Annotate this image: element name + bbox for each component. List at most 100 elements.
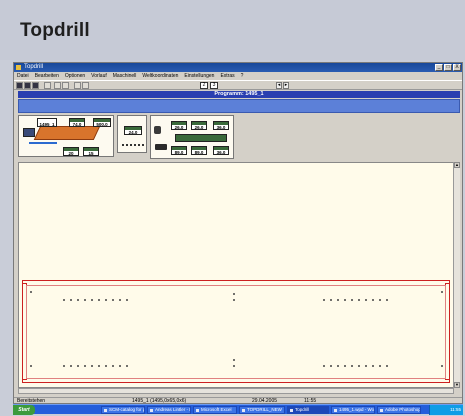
drill-hole — [233, 359, 235, 361]
drill-hole — [337, 365, 339, 367]
drill-hole — [372, 299, 374, 301]
drill-hole — [98, 299, 100, 301]
drill-head-panel: 24.0 — [117, 115, 147, 153]
drill-hole — [98, 365, 100, 367]
offset-x-value: 20 — [68, 151, 74, 156]
drill-hole — [126, 299, 128, 301]
page-total-box: 3 — [210, 82, 218, 89]
menu-bearbeiten[interactable]: Bearbeiten — [35, 72, 59, 80]
thickness-field[interactable]: 74.0 — [69, 118, 85, 127]
taskbar: Start SCM-catalog for p... Andreas Lintl… — [13, 404, 463, 415]
program-title-bar: Programm: 1495_1 — [18, 91, 460, 98]
drill-depth-field[interactable]: 24.0 — [124, 126, 142, 135]
drill-hole — [441, 291, 443, 293]
monitor-icon — [23, 128, 35, 137]
nav-next-button[interactable]: ▸ — [283, 82, 289, 89]
maximize-button[interactable]: □ — [444, 64, 452, 71]
direction-arrow-icon — [29, 142, 57, 144]
fitting-field-2[interactable]: 26.0 — [191, 121, 207, 130]
drill-hole — [30, 291, 32, 293]
drill-hole — [91, 365, 93, 367]
banner: Topdrill — [0, 0, 465, 60]
menu-extras[interactable]: Extras — [220, 72, 234, 80]
drill-hole — [105, 365, 107, 367]
drill-tool-icon[interactable] — [44, 82, 51, 89]
fitting-value-5: 89.0 — [194, 150, 204, 155]
fitting-field-3[interactable]: 36.0 — [213, 121, 229, 130]
drill-hole — [351, 365, 353, 367]
settings-tool-icon[interactable] — [62, 82, 69, 89]
minimize-button[interactable]: _ — [435, 64, 443, 71]
open-file-icon[interactable] — [24, 82, 31, 89]
menu-optionen[interactable]: Optionen — [65, 72, 85, 80]
system-tray: 11:55 — [429, 405, 463, 415]
menu-maschinell[interactable]: Maschinell — [113, 72, 137, 80]
menu-help[interactable]: ? — [241, 72, 244, 80]
task-item-photoshop[interactable]: Adobe Photoshop — [377, 406, 421, 414]
horizontal-scrollbar[interactable] — [18, 388, 454, 394]
drill-hole — [91, 299, 93, 301]
fitting-value-2: 26.0 — [194, 125, 204, 130]
drill-hole — [344, 365, 346, 367]
board-inner-outline — [26, 285, 446, 379]
drill-hole — [70, 299, 72, 301]
task-item-topdrill[interactable]: Topdrill — [287, 406, 329, 414]
page-number-box[interactable]: 2 — [200, 82, 208, 89]
scroll-up-icon[interactable]: ▲ — [454, 162, 460, 168]
drill-hole — [358, 299, 360, 301]
menu-bar: Datei Bearbeiten Optionen Vorlauf Maschi… — [14, 72, 462, 80]
fitting-value-1: 26.0 — [174, 125, 184, 130]
hinge-icon — [154, 126, 161, 134]
task-item-word[interactable]: 1495_1.wpd - Wor... — [331, 406, 375, 414]
length-field[interactable]: 500.0 — [93, 118, 111, 127]
program-name-field[interactable]: 1495_1 — [37, 118, 57, 127]
drill-hole — [330, 299, 332, 301]
save-file-icon[interactable] — [32, 82, 39, 89]
task-item-excel[interactable]: Microsoft Excel — [193, 406, 237, 414]
fitting-field-6[interactable]: 36.0 — [213, 146, 229, 155]
drill-hole — [105, 299, 107, 301]
board-settings-panel: 1495_1 74.0 500.0 20 15 — [18, 115, 114, 157]
thickness-value: 74.0 — [72, 122, 82, 127]
drill-hole — [379, 365, 381, 367]
banner-title: Topdrill — [20, 20, 90, 41]
scroll-down-icon[interactable]: ▼ — [454, 382, 460, 388]
menu-einstellungen[interactable]: Einstellungen — [184, 72, 214, 80]
nav-prev-button[interactable]: ◂ — [276, 82, 282, 89]
drill-hole — [63, 299, 65, 301]
toolbar: 2 3 ◂ ▸ — [14, 80, 462, 90]
vertical-scrollbar[interactable]: ▲ ▼ — [453, 162, 460, 388]
menu-datei[interactable]: Datei — [17, 72, 29, 80]
window-title: Topdrill — [24, 64, 44, 70]
close-button[interactable]: X — [453, 64, 461, 71]
task-item-topdrill-new[interactable]: TOPDRILL_NEW — [239, 406, 285, 414]
drill-depth-value: 24.0 — [128, 130, 138, 135]
start-button[interactable]: Start — [13, 405, 35, 415]
drill-hole — [379, 299, 381, 301]
fitting-field-5[interactable]: 89.0 — [191, 146, 207, 155]
drill-hole — [63, 365, 65, 367]
drill-hole — [30, 365, 32, 367]
drill-hole — [323, 299, 325, 301]
drilling-canvas[interactable]: ▲ ▼ — [18, 162, 460, 388]
arrow-tool-icon[interactable] — [82, 82, 89, 89]
drill-hole — [441, 365, 443, 367]
fitting-type-bar[interactable] — [175, 134, 227, 142]
drill-hole — [372, 365, 374, 367]
new-file-icon[interactable] — [16, 82, 23, 89]
menu-vorlauf[interactable]: Vorlauf — [91, 72, 107, 80]
title-bar[interactable]: Topdrill _ □ X — [14, 63, 462, 72]
menu-weltkoordinaten[interactable]: Weltkoordinaten — [142, 72, 178, 80]
zoom-icon[interactable] — [74, 82, 81, 89]
drill-hole — [358, 365, 360, 367]
offset-x-field[interactable]: 20 — [63, 147, 79, 156]
offset-y-field[interactable]: 15 — [83, 147, 99, 156]
fitting-field-1[interactable]: 26.0 — [171, 121, 187, 130]
drill-hole — [330, 365, 332, 367]
task-item-scm-catalog[interactable]: SCM-catalog for p... — [101, 406, 145, 414]
check-icon[interactable] — [54, 82, 61, 89]
window-controls: _ □ X — [435, 64, 461, 71]
drill-hole — [77, 299, 79, 301]
fitting-field-4[interactable]: 89.0 — [171, 146, 187, 155]
task-item-andreas[interactable]: Andreas Lintler - E... — [147, 406, 191, 414]
